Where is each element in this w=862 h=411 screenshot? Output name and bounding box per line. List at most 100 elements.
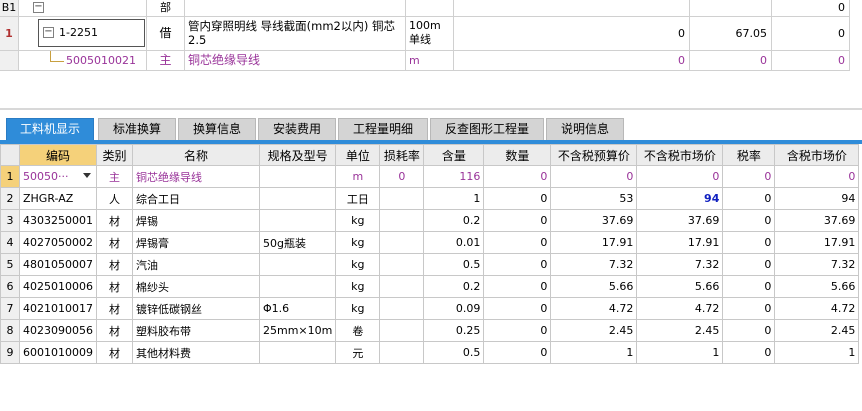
- header-market-price[interactable]: 不含税市场价: [636, 144, 724, 166]
- header-unit[interactable]: 单位: [335, 144, 381, 166]
- unit-cell[interactable]: m: [335, 165, 381, 188]
- name-cell[interactable]: 汽油: [132, 253, 260, 276]
- code-cell[interactable]: 4027050002: [19, 231, 97, 254]
- category-cell[interactable]: 材: [96, 209, 133, 232]
- market-price-cell[interactable]: 0: [636, 165, 724, 188]
- category-cell[interactable]: 人: [96, 187, 133, 210]
- spec-cell[interactable]: 50g瓶装: [258, 231, 337, 254]
- market-price-tax-cell[interactable]: 37.69: [774, 209, 860, 232]
- tax-rate-cell[interactable]: 0: [722, 209, 776, 232]
- quantity-cell[interactable]: 0: [483, 231, 552, 254]
- name-cell[interactable]: 镀锌低碳钢丝: [132, 297, 260, 320]
- quantity-cell[interactable]: 0: [483, 253, 552, 276]
- category-cell[interactable]: 材: [96, 253, 133, 276]
- name-cell[interactable]: 铜芯绝缘导线: [132, 165, 260, 188]
- header-budget-price[interactable]: 不含税预算价: [550, 144, 638, 166]
- name-cell[interactable]: 其他材料费: [132, 341, 260, 364]
- unit-cell[interactable]: 工日: [335, 187, 381, 210]
- spec-cell[interactable]: [258, 253, 337, 276]
- name-cell[interactable]: 焊锡: [132, 209, 260, 232]
- header-quantity[interactable]: 数量: [483, 144, 552, 166]
- code-cell[interactable]: 4023090056: [19, 319, 97, 342]
- quantity-cell[interactable]: 0: [483, 319, 552, 342]
- market-price-cell[interactable]: 2.45: [636, 319, 724, 342]
- market-price-tax-cell[interactable]: 7.32: [774, 253, 860, 276]
- content-cell[interactable]: 116: [423, 165, 485, 188]
- selected-code-box[interactable]: − 1-2251: [38, 19, 145, 47]
- spec-cell[interactable]: 25mm×10m: [258, 319, 337, 342]
- market-price-cell[interactable]: 4.72: [636, 297, 724, 320]
- collapse-icon[interactable]: −: [33, 2, 44, 13]
- header-tax-rate[interactable]: 税率: [722, 144, 776, 166]
- unit-cell[interactable]: kg: [335, 253, 381, 276]
- header-spec[interactable]: 规格及型号: [258, 144, 337, 166]
- tax-rate-cell[interactable]: 0: [722, 187, 776, 210]
- unit-cell[interactable]: kg: [335, 209, 381, 232]
- category-cell[interactable]: 材: [96, 341, 133, 364]
- tab-install-fee[interactable]: 安装费用: [258, 118, 336, 140]
- budget-price-cell[interactable]: 2.45: [550, 319, 638, 342]
- tab-reverse-graphic[interactable]: 反查图形工程量: [430, 118, 544, 140]
- header-content[interactable]: 含量: [423, 144, 485, 166]
- quantity-cell[interactable]: 0: [483, 341, 552, 364]
- tab-standard-conversion[interactable]: 标准换算: [98, 118, 176, 140]
- tax-rate-cell[interactable]: 0: [722, 319, 776, 342]
- unit-cell[interactable]: 元: [335, 341, 381, 364]
- table-row[interactable]: 7 4021010017 材 镀锌低碳钢丝 Φ1.6 kg 0.09 0 4.7…: [0, 297, 860, 320]
- code-cell[interactable]: ZHGR-AZ: [19, 187, 97, 210]
- name-cell[interactable]: 综合工日: [132, 187, 260, 210]
- loss-cell[interactable]: [379, 231, 425, 254]
- market-price-cell[interactable]: 37.69: [636, 209, 724, 232]
- header-code[interactable]: 编码: [19, 144, 97, 166]
- splitter[interactable]: [0, 108, 862, 110]
- table-row[interactable]: 3 4303250001 材 焊锡 kg 0.2 0 37.69 37.69 0…: [0, 209, 860, 232]
- budget-price-cell[interactable]: 5.66: [550, 275, 638, 298]
- tax-rate-cell[interactable]: 0: [722, 275, 776, 298]
- market-price-cell[interactable]: 94: [636, 187, 724, 210]
- tax-rate-cell[interactable]: 0: [722, 341, 776, 364]
- market-price-tax-cell[interactable]: 2.45: [774, 319, 860, 342]
- loss-cell[interactable]: [379, 275, 425, 298]
- unit-cell[interactable]: kg: [335, 231, 381, 254]
- unit-cell[interactable]: kg: [335, 275, 381, 298]
- market-price-tax-cell[interactable]: 4.72: [774, 297, 860, 320]
- budget-price-cell[interactable]: 53: [550, 187, 638, 210]
- content-cell[interactable]: 0.25: [423, 319, 485, 342]
- table-row[interactable]: 2 ZHGR-AZ 人 综合工日 工日 1 0 53 94 0 94: [0, 187, 860, 210]
- tab-conversion-info[interactable]: 换算信息: [178, 118, 256, 140]
- category-cell[interactable]: 材: [96, 231, 133, 254]
- code-cell[interactable]: 50050···: [19, 165, 97, 188]
- dropdown-icon[interactable]: [83, 173, 91, 178]
- content-cell[interactable]: 1: [423, 187, 485, 210]
- category-cell[interactable]: 材: [96, 275, 133, 298]
- tax-rate-cell[interactable]: 0: [722, 231, 776, 254]
- quantity-cell[interactable]: 0: [483, 297, 552, 320]
- content-cell[interactable]: 0.09: [423, 297, 485, 320]
- category-cell[interactable]: 材: [96, 319, 133, 342]
- quantity-cell[interactable]: 0: [483, 275, 552, 298]
- name-cell[interactable]: 塑料胶布带: [132, 319, 260, 342]
- market-price-tax-cell[interactable]: 0: [774, 165, 860, 188]
- spec-cell[interactable]: [258, 165, 337, 188]
- budget-price-cell[interactable]: 7.32: [550, 253, 638, 276]
- tax-rate-cell[interactable]: 0: [722, 253, 776, 276]
- tab-resources[interactable]: 工料机显示: [6, 118, 94, 140]
- quantity-cell[interactable]: 0: [483, 165, 552, 188]
- loss-cell[interactable]: [379, 209, 425, 232]
- table-row[interactable]: 4 4027050002 材 焊锡膏 50g瓶装 kg 0.01 0 17.91…: [0, 231, 860, 254]
- budget-price-cell[interactable]: 1: [550, 341, 638, 364]
- name-cell[interactable]: 棉纱头: [132, 275, 260, 298]
- spec-cell[interactable]: [258, 209, 337, 232]
- quantity-cell[interactable]: 0: [483, 187, 552, 210]
- loss-cell[interactable]: 0: [379, 165, 425, 188]
- table-row[interactable]: 5 4801050007 材 汽油 kg 0.5 0 7.32 7.32 0 7…: [0, 253, 860, 276]
- code-cell[interactable]: −: [19, 0, 147, 17]
- market-price-cell[interactable]: 7.32: [636, 253, 724, 276]
- content-cell[interactable]: 0.5: [423, 341, 485, 364]
- market-price-cell[interactable]: 17.91: [636, 231, 724, 254]
- code-cell[interactable]: 6001010009: [19, 341, 97, 364]
- budget-price-cell[interactable]: 4.72: [550, 297, 638, 320]
- market-price-cell[interactable]: 5.66: [636, 275, 724, 298]
- category-cell[interactable]: 主: [96, 165, 133, 188]
- content-cell[interactable]: 0.01: [423, 231, 485, 254]
